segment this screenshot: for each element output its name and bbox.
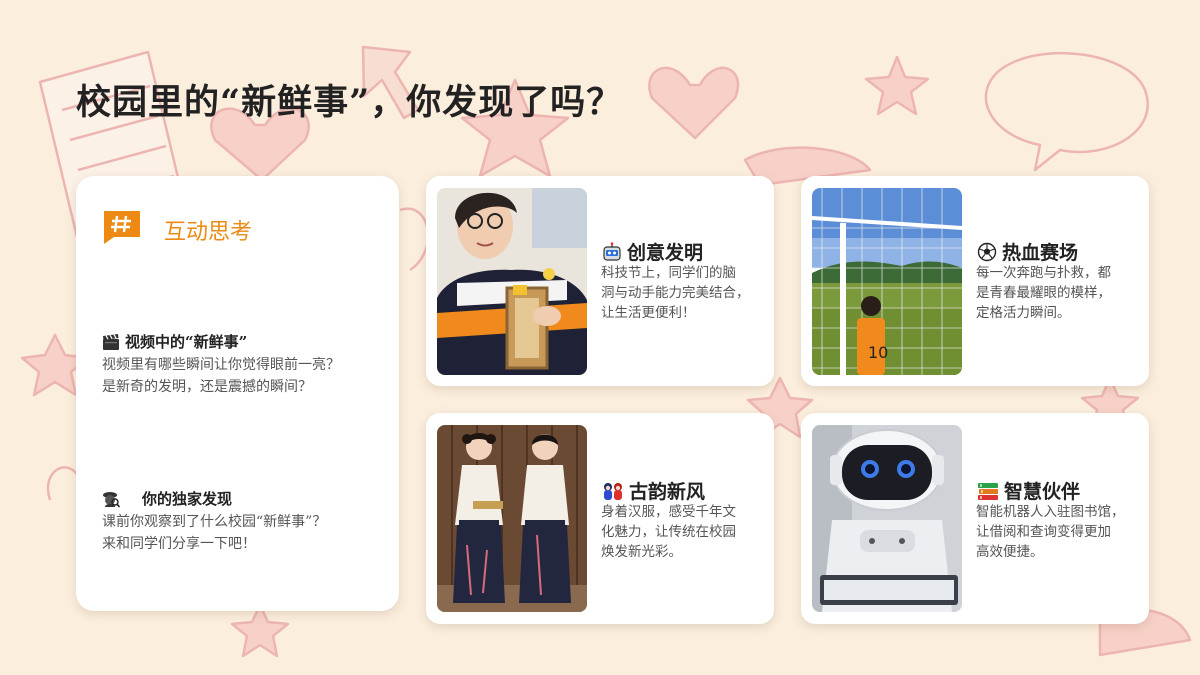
feature-card-invention: 创意发明 科技节上，同学们的脑 洞与动手能力完美结合， 让生活更便利！ [426,176,774,386]
description-line: 身着汉服，感受千年文 [601,504,736,520]
prompt-line: 课前你观察到了什么校园“新鲜事”？ [102,514,327,530]
description-line: 定格活力瞬间。 [976,305,1071,321]
soccer-field-photo: 10 [812,188,962,375]
prompt-body-discovery: 课前你观察到了什么校园“新鲜事”？ 来和同学们分享一下吧！ [102,511,392,555]
description-line: 焕发新光彩。 [601,544,682,560]
feature-title-text: 古韵新风 [629,481,706,503]
hash-icon [104,211,140,244]
robot-face-icon [603,241,621,261]
prompt-line: 是新奇的发明，还是震撼的瞬间？ [102,379,312,395]
feature-card-soccer: 10 热血赛场 每一次奔跑与扑救，都 是青春最耀眼的模样， 定格活力瞬间。 [801,176,1149,386]
soccer-ball-icon [977,242,997,261]
student-invention-photo [437,188,587,375]
feature-title: 热血赛场 [977,238,1078,265]
page-title: 校园里的“新鲜事”，你发现了吗？ [76,82,623,123]
prompt-line: 来和同学们分享一下吧！ [102,536,256,552]
feature-title-text: 热血赛场 [1002,242,1079,264]
hanfu-children-photo [437,425,587,612]
prompt-title-discovery: 你的独家发现 [102,488,232,509]
description-line: 让借阅和查询变得更加 [976,524,1111,540]
description-line: 高效便捷。 [976,544,1044,560]
feature-description: 智能机器人入驻图书馆， 让借阅和查询变得更加 高效便捷。 [976,502,1138,562]
feature-title: 古韵新风 [602,477,705,504]
feature-title-text: 智慧伙伴 [1004,481,1081,503]
detective-icon [103,491,120,508]
feature-card-robot: 智慧伙伴 智能机器人入驻图书馆， 让借阅和查询变得更加 高效便捷。 [801,413,1149,624]
prompt-line: 视频里有哪些瞬间让你觉得眼前一亮？ [102,357,340,373]
interactive-thinking-card: 互动思考 视频中的“新鲜事” 视频里有哪些瞬间让你觉得眼前一亮？ 是新奇的发明，… [76,176,399,611]
library-robot-photo [812,425,962,612]
feature-card-hanfu: 古韵新风 身着汉服，感受千年文 化魅力，让传统在校园 焕发新光彩。 [426,413,774,624]
prompt-title-text: 视频中的“新鲜事” [125,333,248,351]
feature-title: 智慧伙伴 [977,477,1080,504]
feature-description: 身着汉服，感受千年文 化魅力，让传统在校园 焕发新光彩。 [601,502,763,562]
prompt-title-text: 你的独家发现 [142,490,233,508]
books-icon [978,482,998,500]
description-line: 每一次奔跑与扑救，都 [976,265,1111,281]
prompt-body-video: 视频里有哪些瞬间让你觉得眼前一亮？ 是新奇的发明，还是震撼的瞬间？ [102,354,392,398]
dolls-icon [604,482,622,500]
description-line: 科技节上，同学们的脑 [601,265,736,281]
description-line: 洞与动手能力完美结合， [601,285,750,301]
svg-text:10: 10 [868,343,888,362]
prompt-title-video: 视频中的“新鲜事” [102,331,247,352]
feature-title: 创意发明 [602,238,703,265]
feature-description: 科技节上，同学们的脑 洞与动手能力完美结合， 让生活更便利！ [601,263,763,323]
description-line: 智能机器人入驻图书馆， [976,504,1125,520]
panel-heading: 互动思考 [164,220,253,245]
description-line: 让生活更便利！ [601,305,696,321]
description-line: 化魅力，让传统在校园 [601,524,736,540]
description-line: 是青春最耀眼的模样， [976,285,1111,301]
feature-title-text: 创意发明 [627,242,704,264]
clapperboard-icon [103,333,119,350]
feature-description: 每一次奔跑与扑救，都 是青春最耀眼的模样， 定格活力瞬间。 [976,263,1138,323]
slide: 校园里的“新鲜事”，你发现了吗？ 互动思考 视频中的“新鲜事” 视频里有哪些瞬间… [0,0,1200,675]
